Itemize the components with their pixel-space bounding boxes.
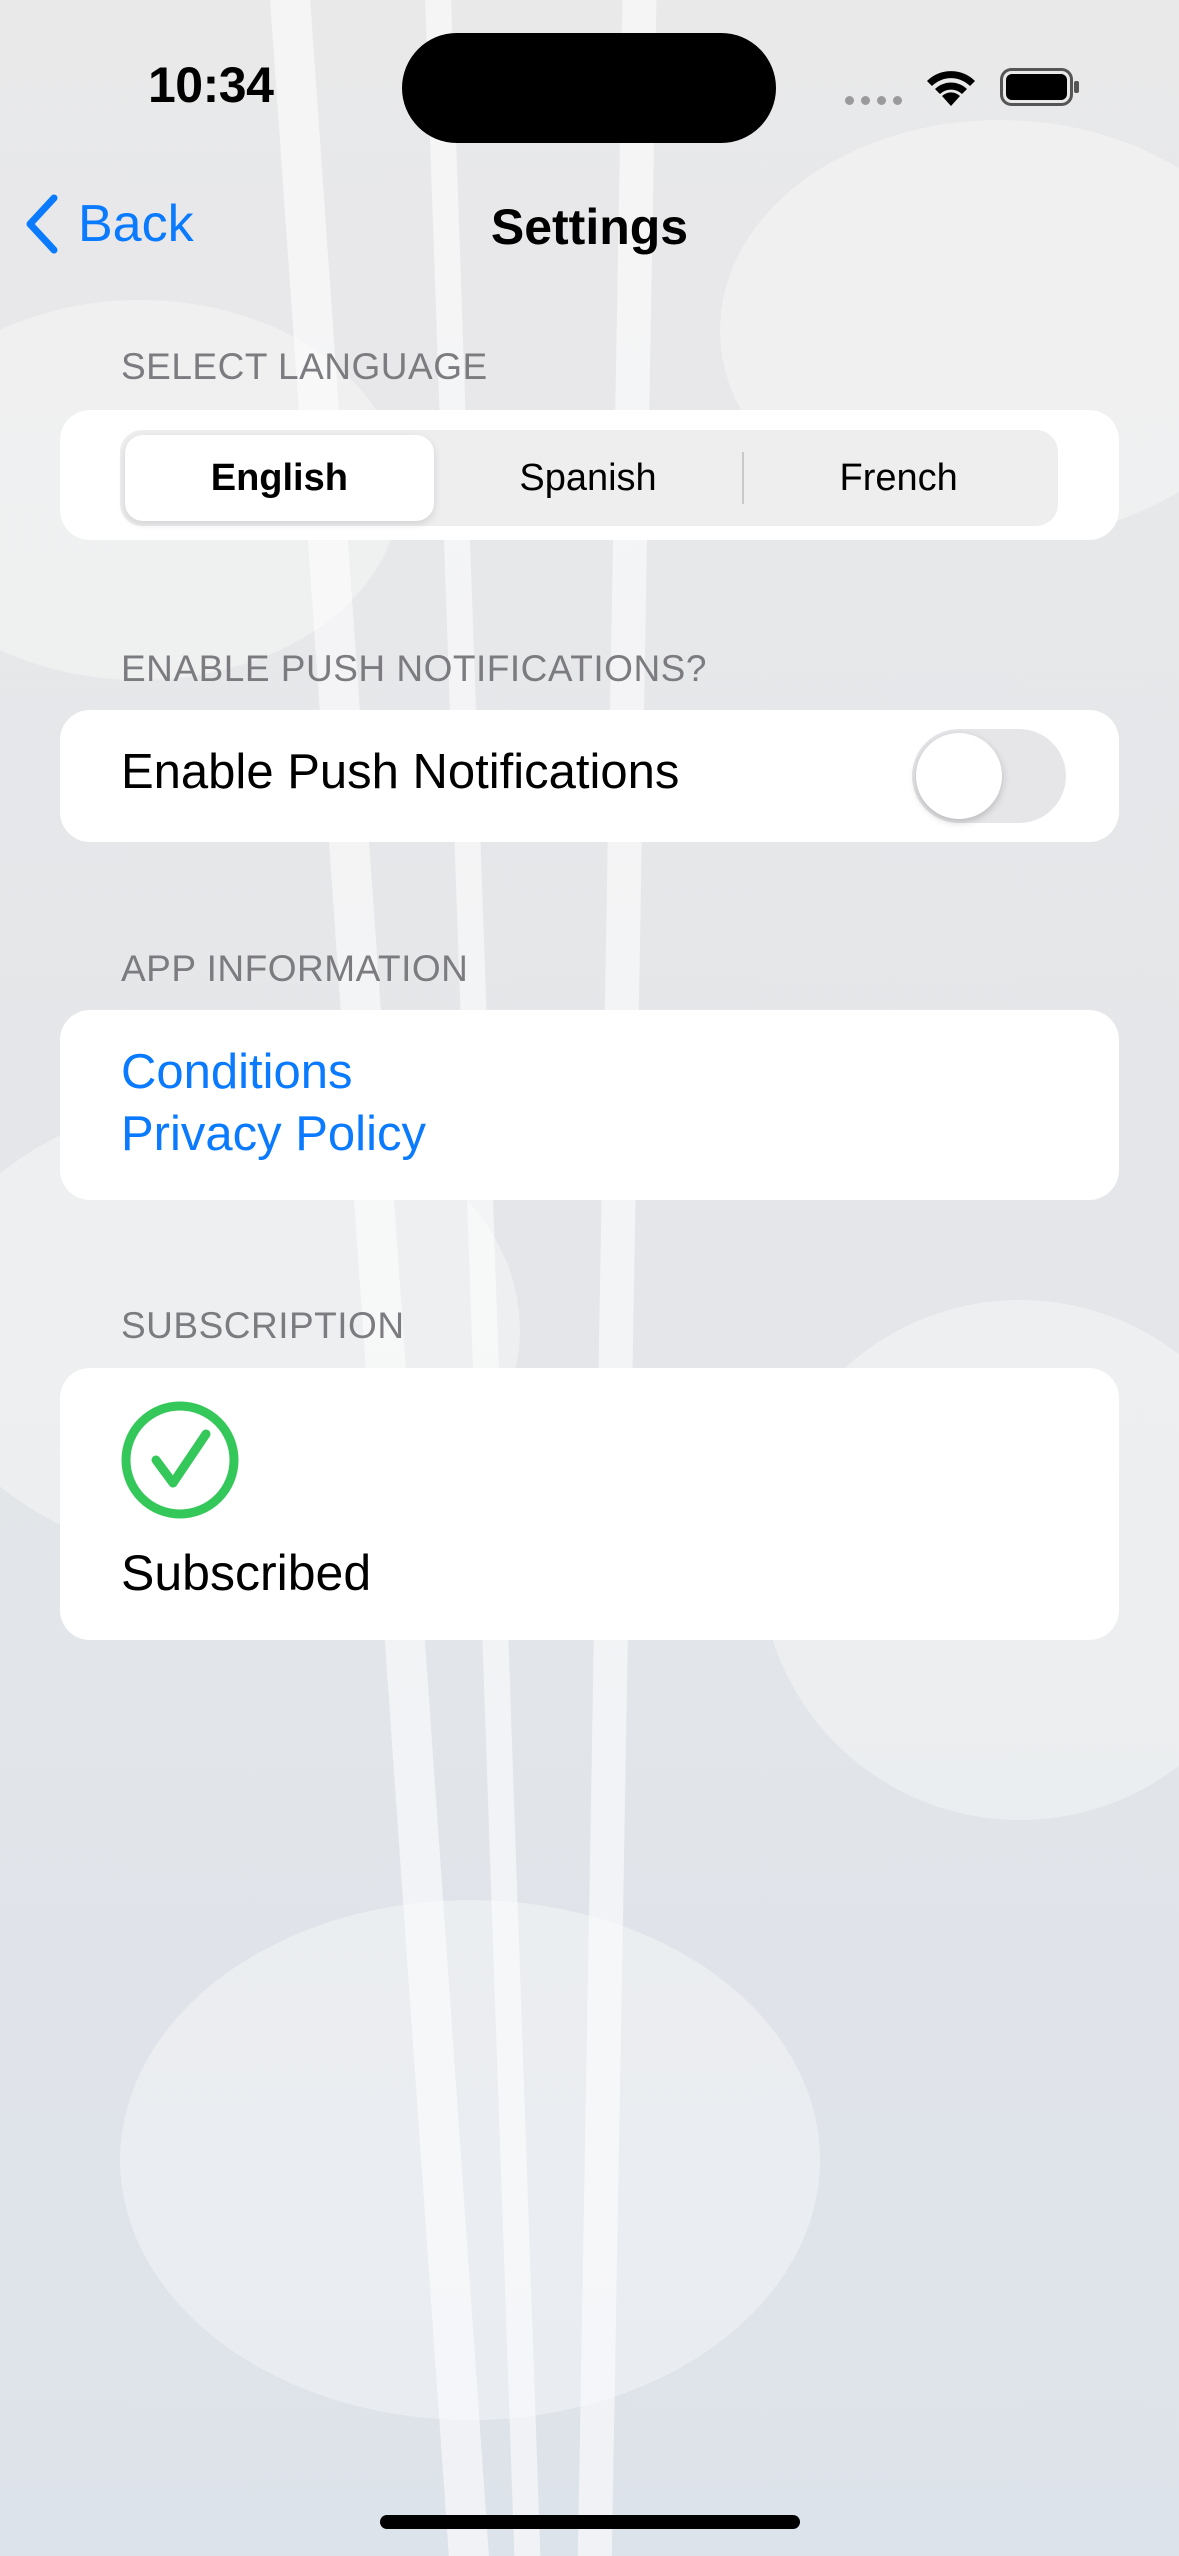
- push-notifications-label: Enable Push Notifications: [121, 745, 680, 799]
- wifi-icon: [927, 71, 975, 106]
- subscription-card: Subscribed: [60, 1368, 1119, 1640]
- language-segmented-control: English Spanish French: [120, 430, 1058, 526]
- cellular-signal-icon: [845, 96, 902, 105]
- push-notifications-toggle[interactable]: [912, 729, 1066, 823]
- toggle-knob: [916, 733, 1002, 819]
- segment-french[interactable]: French: [744, 435, 1053, 521]
- page-title: Settings: [490, 199, 689, 255]
- dynamic-island: [402, 33, 776, 143]
- privacy-policy-link[interactable]: Privacy Policy: [121, 1106, 426, 1162]
- app-info-card: Conditions Privacy Policy: [60, 1010, 1119, 1200]
- notifications-card: Enable Push Notifications: [60, 710, 1119, 842]
- section-header-notifications: ENABLE PUSH NOTIFICATIONS?: [121, 648, 707, 689]
- section-header-subscription: SUBSCRIPTION: [121, 1305, 405, 1346]
- battery-icon: [1000, 68, 1079, 106]
- status-bar: 10:34: [0, 0, 1179, 180]
- segment-english[interactable]: English: [125, 435, 434, 521]
- language-card: English Spanish French: [60, 410, 1119, 540]
- subscription-status: Subscribed: [121, 1545, 372, 1601]
- conditions-link[interactable]: Conditions: [121, 1044, 353, 1100]
- section-header-app-info: APP INFORMATION: [121, 948, 469, 989]
- section-header-language: SELECT LANGUAGE: [121, 346, 488, 387]
- home-indicator[interactable]: [380, 2515, 800, 2529]
- checkmark-circle-icon: [121, 1401, 239, 1519]
- navigation-bar: Back Settings: [0, 180, 1179, 270]
- segment-spanish[interactable]: Spanish: [434, 435, 743, 521]
- status-time: 10:34: [148, 57, 274, 113]
- segment-spanish-label: Spanish: [519, 456, 657, 499]
